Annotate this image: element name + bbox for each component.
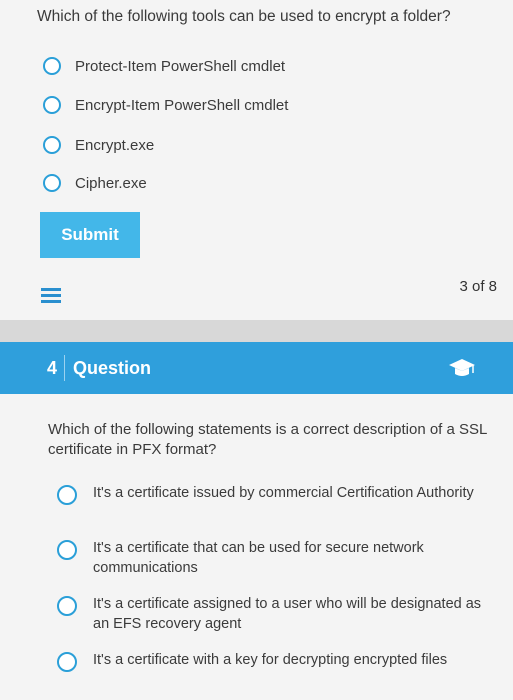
card-gap xyxy=(0,320,513,342)
question-header: 4 Question xyxy=(0,342,513,394)
header-divider xyxy=(64,355,66,381)
answer-option-label: It's a certificate assigned to a user wh… xyxy=(93,596,482,632)
question-card-2: 4 Question Which of the following statem… xyxy=(0,342,513,700)
radio-button[interactable] xyxy=(57,652,77,672)
submit-button[interactable]: Submit xyxy=(40,212,140,258)
radio-button[interactable] xyxy=(43,57,61,75)
list-icon[interactable] xyxy=(41,288,61,306)
question-card-1: Which of the following tools can be used… xyxy=(0,0,513,320)
graduation-cap-icon xyxy=(449,359,475,376)
answer-option[interactable]: It's a certificate that can be used for … xyxy=(57,538,483,578)
radio-button[interactable] xyxy=(43,174,61,192)
question-text: Which of the following tools can be used… xyxy=(37,8,451,25)
answer-option-label: It's a certificate that can be used for … xyxy=(93,540,424,576)
answer-option[interactable]: It's a certificate with a key for decryp… xyxy=(57,650,483,672)
answer-option-label: Encrypt-Item PowerShell cmdlet xyxy=(75,96,289,114)
answer-option[interactable]: Encrypt-Item PowerShell cmdlet xyxy=(43,96,288,114)
answer-option-label: It's a certificate with a key for decryp… xyxy=(93,652,448,668)
answer-option-label: Protect-Item PowerShell cmdlet xyxy=(75,57,286,75)
answer-option[interactable]: It's a certificate assigned to a user wh… xyxy=(57,594,483,634)
radio-button[interactable] xyxy=(43,136,61,154)
answer-option[interactable]: Encrypt.exe xyxy=(43,136,154,154)
question-text: Which of the following statements is a c… xyxy=(48,421,487,458)
radio-button[interactable] xyxy=(57,596,77,616)
question-number: 4 xyxy=(47,357,58,378)
answer-option-label: Cipher.exe xyxy=(75,174,147,192)
page-count: 3 of 8 xyxy=(459,278,497,295)
radio-button[interactable] xyxy=(57,485,77,505)
answer-option[interactable]: Protect-Item PowerShell cmdlet xyxy=(43,57,285,75)
question-header-title: Question xyxy=(73,357,152,378)
answer-option[interactable]: It's a certificate issued by commercial … xyxy=(57,483,483,505)
answer-option[interactable]: Cipher.exe xyxy=(43,174,147,192)
answer-option-label: It's a certificate issued by commercial … xyxy=(93,485,474,501)
radio-button[interactable] xyxy=(57,540,77,560)
answer-option-label: Encrypt.exe xyxy=(75,136,155,154)
radio-button[interactable] xyxy=(43,96,61,114)
